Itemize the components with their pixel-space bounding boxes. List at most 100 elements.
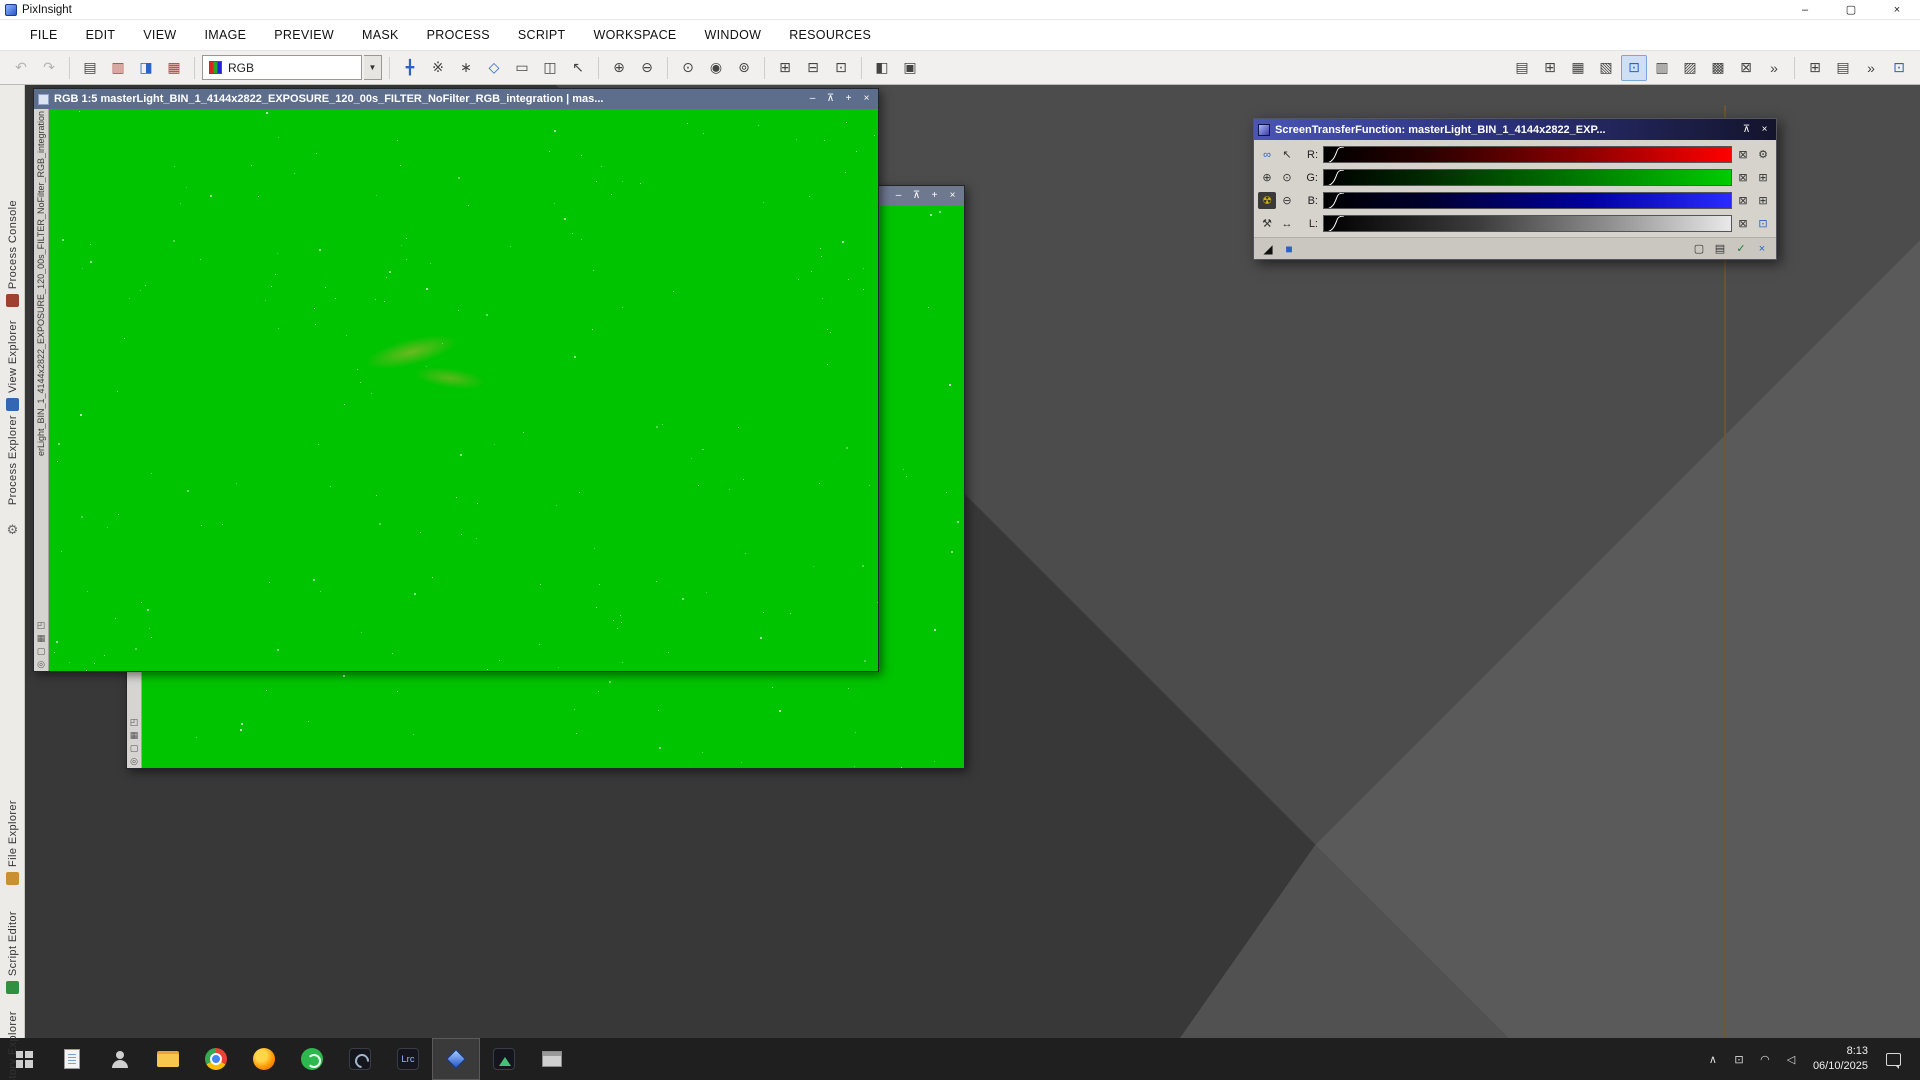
taskbar-app-lightroom[interactable]: Lrc	[384, 1038, 432, 1080]
taskbar-app-image-tool[interactable]	[480, 1038, 528, 1080]
green-grid-icon[interactable]: ⊞	[1754, 169, 1772, 186]
taskbar-app-window[interactable]	[528, 1038, 576, 1080]
wifi-icon[interactable]: ◠	[1753, 1038, 1777, 1080]
auto-stretch-icon[interactable]: ☢	[1258, 192, 1276, 209]
panel-toggle-icon[interactable]: ▤	[77, 55, 103, 81]
sidebar-item-process-console[interactable]: Process Console	[0, 200, 25, 307]
menu-window[interactable]: WINDOW	[691, 20, 776, 50]
menu-workspace[interactable]: WORKSPACE	[580, 20, 691, 50]
taskbar-app-file-explorer[interactable]	[144, 1038, 192, 1080]
taskbar-app-photo[interactable]	[336, 1038, 384, 1080]
pan-mode-icon[interactable]: ↔	[1278, 215, 1296, 232]
window-close-icon[interactable]: ×	[945, 189, 960, 203]
process-icon-5[interactable]: ▥	[1649, 55, 1675, 81]
track-view-icon[interactable]: ■	[1280, 240, 1298, 257]
stf-blue-gradient[interactable]	[1323, 192, 1732, 209]
notification-center-button[interactable]	[1878, 1038, 1908, 1080]
apply-icon[interactable]: ✓	[1732, 240, 1750, 257]
edit-stf-mode-icon[interactable]: ↖	[1278, 146, 1296, 163]
volume-icon[interactable]: ◁	[1779, 1038, 1803, 1080]
menu-image[interactable]: IMAGE	[190, 20, 260, 50]
strip-target-icon[interactable]: ◎	[37, 660, 45, 669]
reset-green-icon[interactable]: ⊠	[1734, 169, 1752, 186]
process-icon-2[interactable]: ⊞	[1537, 55, 1563, 81]
pan-tool-icon[interactable]: ╋	[397, 55, 423, 81]
taskbar-app-document[interactable]	[48, 1038, 96, 1080]
window-close-icon[interactable]: ×	[859, 92, 874, 106]
mask-toggle-icon[interactable]: ◧	[869, 55, 895, 81]
process-icon-1[interactable]: ▤	[1509, 55, 1535, 81]
sidebar-item-view-explorer[interactable]: View Explorer	[0, 320, 25, 411]
start-button[interactable]	[0, 1038, 48, 1080]
menu-process[interactable]: PROCESS	[413, 20, 504, 50]
new-preview-mode-icon[interactable]: ▭	[509, 55, 535, 81]
edit-instance-icon[interactable]: ▢	[1690, 240, 1708, 257]
readout-cursor-icon[interactable]: ↖	[565, 55, 591, 81]
strip-grid-icon[interactable]: ▦	[37, 634, 46, 643]
blue-grid-icon[interactable]: ⊞	[1754, 192, 1772, 209]
preview-properties-icon[interactable]: ⊡	[828, 55, 854, 81]
screen-transfer-toggle-icon[interactable]: ⊡	[1621, 55, 1647, 81]
window-shade-icon[interactable]: ⊼	[909, 189, 924, 203]
app-titlebar[interactable]: PixInsight – ▢ ×	[0, 0, 1920, 20]
taskbar-app-user-settings[interactable]	[96, 1038, 144, 1080]
link-rgb-icon[interactable]: ∞	[1258, 146, 1276, 163]
stf-red-gradient[interactable]	[1323, 146, 1732, 163]
process-icon-6[interactable]: ▨	[1677, 55, 1703, 81]
window-shade-icon[interactable]: ⊼	[823, 92, 838, 106]
minimize-button[interactable]: –	[1782, 0, 1828, 20]
strip-frame-icon[interactable]: ▢	[130, 744, 139, 753]
workspace-panel-icon[interactable]: ▤	[1830, 55, 1856, 81]
window-zoom-icon[interactable]: +	[841, 92, 856, 106]
workspace-grid-icon[interactable]: ⊞	[1802, 55, 1828, 81]
window-minimize-icon[interactable]: –	[805, 92, 820, 106]
strip-frame-icon[interactable]: ▢	[37, 647, 46, 656]
zoom-out-icon[interactable]: ⊖	[634, 55, 660, 81]
browse-doc-icon[interactable]: ▤	[1711, 240, 1729, 257]
channel-dropdown-icon[interactable]: ▼	[364, 55, 382, 80]
zoom-11-stf-icon[interactable]: ⊙	[1278, 169, 1296, 186]
taskbar-app-firefox[interactable]	[240, 1038, 288, 1080]
process-icon-8[interactable]: ⊠	[1733, 55, 1759, 81]
sidebar-item-script-editor[interactable]: Script Editor	[0, 911, 25, 994]
clock[interactable]: 8:13 06/10/2025	[1805, 1044, 1876, 1074]
process-icon-4[interactable]: ▧	[1593, 55, 1619, 81]
strip-select-icon[interactable]: ◰	[130, 718, 139, 727]
toolbar-overflow-icon[interactable]: »	[1761, 55, 1787, 81]
window-zoom-icon[interactable]: +	[927, 189, 942, 203]
toolbar-overflow-2-icon[interactable]: »	[1858, 55, 1884, 81]
display-channel-selector[interactable]: RGB	[202, 55, 362, 80]
menu-mask[interactable]: MASK	[348, 20, 413, 50]
sidebar-gear[interactable]: ⚙	[0, 523, 25, 536]
strip-grid-icon[interactable]: ▦	[130, 731, 139, 740]
image-window-front-titlebar[interactable]: RGB 1:5 masterLight_BIN_1_4144x2822_EXPO…	[34, 89, 878, 109]
sidebar-item-process-explorer[interactable]: Process Explorer	[0, 415, 25, 505]
display-tray-icon[interactable]: ⊡	[1727, 1038, 1751, 1080]
frame-toggle-icon[interactable]: ▣	[897, 55, 923, 81]
edit-preview-mode-icon[interactable]: ◫	[537, 55, 563, 81]
menu-file[interactable]: FILE	[16, 20, 72, 50]
color-management-icon[interactable]: ▦	[161, 55, 187, 81]
zoom-out-stf-icon[interactable]: ⊖	[1278, 192, 1296, 209]
readout-options-icon[interactable]: ◨	[133, 55, 159, 81]
reset-blue-icon[interactable]: ⊠	[1734, 192, 1752, 209]
strip-select-icon[interactable]: ◰	[37, 621, 46, 630]
fit-view-icon[interactable]: ※	[425, 55, 451, 81]
stf-green-gradient[interactable]	[1323, 169, 1732, 186]
maximize-button[interactable]: ▢	[1828, 0, 1874, 20]
zoom-optimal-icon[interactable]: ⊚	[731, 55, 757, 81]
reset-red-icon[interactable]: ⊠	[1734, 146, 1752, 163]
workspace-monitor-icon[interactable]: ⊡	[1886, 55, 1912, 81]
stf-lum-gradient[interactable]	[1323, 215, 1732, 232]
menu-view[interactable]: VIEW	[129, 20, 190, 50]
close-button[interactable]: ×	[1874, 0, 1920, 20]
image-canvas-front[interactable]	[49, 109, 878, 671]
stf-titlebar[interactable]: ScreenTransferFunction: masterLight_BIN_…	[1254, 119, 1776, 140]
window-minimize-icon[interactable]: –	[891, 189, 906, 203]
reset-lum-icon[interactable]: ⊠	[1734, 215, 1752, 232]
undo-icon[interactable]: ↶	[8, 55, 34, 81]
lum-monitor-icon[interactable]: ⊡	[1754, 215, 1772, 232]
zoom-fit-window-icon[interactable]: ◉	[703, 55, 729, 81]
strip-target-icon[interactable]: ◎	[130, 757, 138, 766]
delete-preview-icon[interactable]: ⊟	[800, 55, 826, 81]
